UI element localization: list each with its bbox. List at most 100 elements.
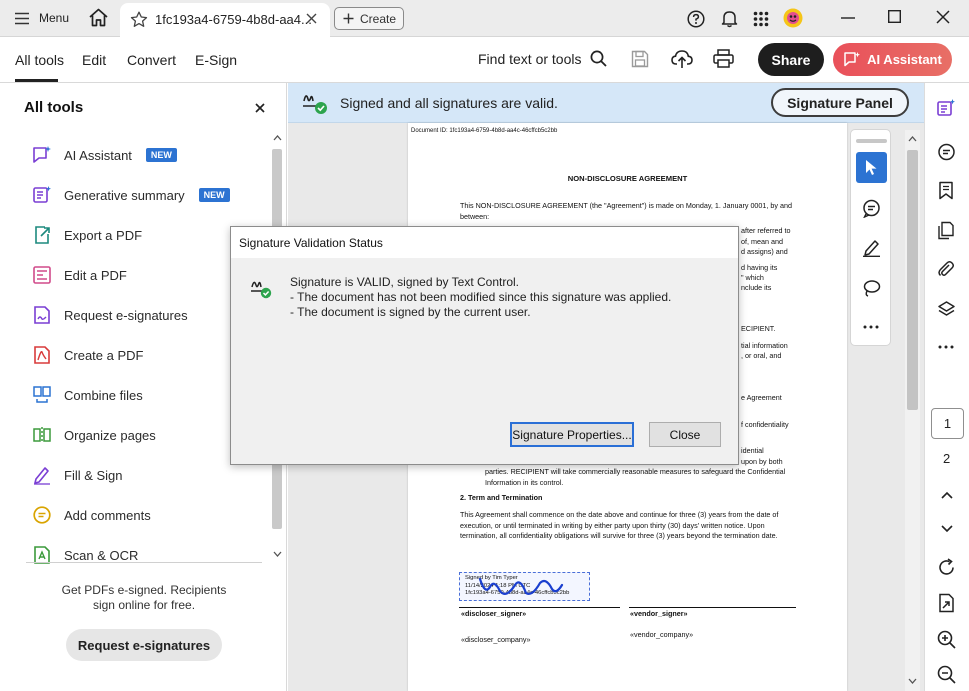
ai-assistant-button[interactable]: AI Assistant xyxy=(833,43,952,76)
scroll-down-icon[interactable] xyxy=(273,551,282,557)
cloud-upload-icon[interactable] xyxy=(671,49,693,69)
scroll-down-icon[interactable] xyxy=(908,678,917,684)
layers-icon[interactable] xyxy=(937,300,956,319)
maximize-icon[interactable] xyxy=(888,10,901,23)
tab-e-sign[interactable]: E-Sign xyxy=(195,52,237,68)
previous-page-icon[interactable] xyxy=(941,491,953,499)
extract-page-icon[interactable] xyxy=(937,593,956,613)
document-tab[interactable]: 1fc193a4-6759-4b8d-aa4... xyxy=(120,3,330,37)
comment-tool-icon[interactable] xyxy=(862,199,881,218)
ai-assistant-icon xyxy=(33,146,51,163)
find-label: Find text or tools xyxy=(478,50,582,67)
text-fragment: upon by both xyxy=(741,457,783,466)
create-label: Create xyxy=(360,11,397,26)
section-2-title: 2. Term and Termination xyxy=(460,493,543,502)
add-comments-icon xyxy=(33,506,51,524)
search-icon xyxy=(590,50,607,67)
tool-add-comments[interactable]: Add comments xyxy=(32,503,151,527)
tab-edit[interactable]: Edit xyxy=(82,52,106,68)
dialog-title: Signature Validation Status xyxy=(231,227,738,258)
minimize-icon[interactable] xyxy=(841,17,855,19)
scroll-up-icon[interactable] xyxy=(908,136,917,142)
tool-label: Create a PDF xyxy=(64,347,144,363)
request-esignatures-button[interactable]: Request e-signatures xyxy=(66,629,222,661)
next-page-icon[interactable] xyxy=(941,525,953,533)
new-badge: NEW xyxy=(198,188,230,202)
current-user-line: - The document is signed by the current … xyxy=(290,305,531,319)
tool-label: Edit a PDF xyxy=(64,267,127,283)
document-scrollbar[interactable] xyxy=(905,130,920,691)
quick-tools-strip xyxy=(850,129,891,346)
tool-label: Combine files xyxy=(64,387,143,403)
close-dialog-button[interactable]: Close xyxy=(649,422,721,447)
tool-label: Fill & Sign xyxy=(64,467,123,483)
apps-grid-icon[interactable] xyxy=(753,11,769,27)
title-bar: Menu 1fc193a4-6759-4b8d-aa4... Create xyxy=(0,0,969,37)
ai-summary-icon[interactable] xyxy=(936,98,956,118)
select-tool-button[interactable] xyxy=(856,152,887,183)
tool-fill-sign[interactable]: Fill & Sign xyxy=(32,463,123,487)
zoom-out-icon[interactable] xyxy=(937,665,956,684)
intro-paragraph: This NON-DISCLOSURE AGREEMENT (the "Agre… xyxy=(460,201,793,221)
help-icon[interactable] xyxy=(687,10,705,28)
tool-organize-pages[interactable]: Organize pages xyxy=(32,423,156,447)
text-fragment: d assigns) and xyxy=(741,247,788,256)
ai-assistant-icon xyxy=(844,52,861,67)
home-button[interactable] xyxy=(88,8,109,27)
signature-properties-button[interactable]: Signature Properties... xyxy=(510,422,634,447)
next-page-number[interactable]: 2 xyxy=(943,451,950,466)
signature-field[interactable]: Signed by Tim Typer 11/14/2024 1:18 PM U… xyxy=(459,572,590,601)
tool-request-esignatures[interactable]: Request e-signatures xyxy=(32,303,188,327)
close-panel-icon[interactable] xyxy=(255,103,265,113)
text-fragment: ECIPIENT. xyxy=(741,324,776,333)
new-badge: NEW xyxy=(145,148,177,162)
tool-export-pdf[interactable]: Export a PDF xyxy=(32,223,142,247)
close-window-icon[interactable] xyxy=(936,10,950,24)
scroll-up-icon[interactable] xyxy=(273,135,282,141)
lasso-draw-icon[interactable] xyxy=(862,279,881,298)
tool-combine-files[interactable]: Combine files xyxy=(32,383,143,407)
star-icon[interactable] xyxy=(130,11,148,28)
text-fragment: after referred to xyxy=(741,226,791,235)
create-button[interactable]: Create xyxy=(334,7,404,30)
tool-scan-ocr[interactable]: Scan & OCR xyxy=(32,543,138,567)
current-page-box[interactable]: 1 xyxy=(931,408,964,439)
section-2-text: This Agreement shall commence on the dat… xyxy=(460,510,779,540)
share-button[interactable]: Share xyxy=(758,43,824,76)
cursor-icon xyxy=(866,160,877,175)
tool-edit-pdf[interactable]: Edit a PDF xyxy=(32,263,127,287)
tool-label: Organize pages xyxy=(64,427,156,443)
signature-panel-button[interactable]: Signature Panel xyxy=(771,88,909,117)
combine-files-icon xyxy=(33,386,51,403)
panel-title: All tools xyxy=(24,99,84,116)
hamburger-icon xyxy=(15,12,29,24)
text-fragment: , or oral, and xyxy=(741,351,782,360)
more-options-icon[interactable] xyxy=(938,345,954,349)
text-fragment: tial information xyxy=(741,341,788,350)
bookmarks-icon[interactable] xyxy=(937,181,955,200)
avatar[interactable] xyxy=(783,8,803,28)
discloser-signature-line xyxy=(459,607,620,608)
tool-generative-summary[interactable]: Generative summary NEW xyxy=(32,183,230,207)
tab-convert[interactable]: Convert xyxy=(127,52,176,68)
highlight-pen-icon[interactable] xyxy=(862,238,881,257)
fill-sign-icon xyxy=(34,467,50,485)
find-tools-button[interactable]: Find text or tools xyxy=(478,50,607,67)
attachments-icon[interactable] xyxy=(937,260,955,279)
page-thumbnails-icon[interactable] xyxy=(937,221,955,240)
scroll-thumb[interactable] xyxy=(907,150,918,410)
close-tab-icon[interactable] xyxy=(306,13,317,24)
print-icon[interactable] xyxy=(713,49,734,68)
tool-create-pdf[interactable]: Create a PDF xyxy=(32,343,143,367)
menu-button[interactable]: Menu xyxy=(14,11,69,25)
notifications-bell-icon[interactable] xyxy=(721,9,738,28)
more-tools-icon[interactable] xyxy=(863,325,879,329)
vendor-signature-line xyxy=(629,607,796,608)
rotate-icon[interactable] xyxy=(937,558,956,577)
tool-ai-assistant[interactable]: AI Assistant NEW xyxy=(32,143,177,167)
grip-handle[interactable] xyxy=(856,139,887,143)
save-icon[interactable] xyxy=(631,50,649,68)
zoom-in-icon[interactable] xyxy=(937,630,956,649)
tool-label: Scan & OCR xyxy=(64,547,139,563)
comments-icon[interactable] xyxy=(937,143,956,162)
